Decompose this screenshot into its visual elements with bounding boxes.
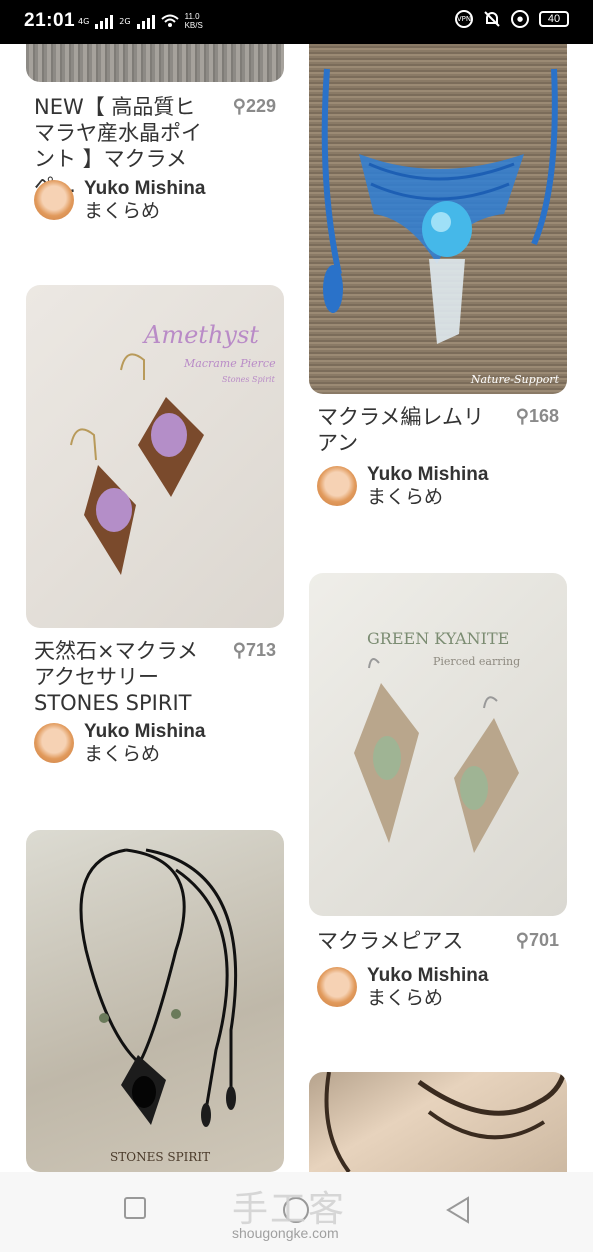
network-2g-label: 2G xyxy=(119,16,131,26)
pin-icon: ⚲ xyxy=(515,406,529,426)
author-board: まくらめ xyxy=(84,743,161,765)
signal-icon xyxy=(136,13,155,29)
pin-title[interactable]: マクラメ編レムリアン xyxy=(317,404,497,456)
pin-image[interactable] xyxy=(309,1072,567,1172)
pin-image[interactable] xyxy=(26,44,284,82)
pin-card[interactable]: Amethyst Macrame Pierce Stones Spirit 天然… xyxy=(26,285,284,785)
pin-save-count: ⚲701 xyxy=(515,930,559,950)
image-overlay-subtitle: Macrame Pierce xyxy=(184,357,276,370)
vpn-icon: VPN xyxy=(455,10,473,28)
pin-image[interactable]: Nature-Support xyxy=(309,44,567,394)
image-overlay-title: Amethyst xyxy=(144,321,259,349)
network-speed: 11.0 KB/S xyxy=(184,12,203,30)
battery-icon: 40 xyxy=(539,11,569,27)
image-overlay-title: GREEN KYANITE xyxy=(367,629,510,648)
avatar[interactable] xyxy=(34,180,74,220)
author-board: まくらめ xyxy=(84,200,161,222)
watermark-url: shougongke.com xyxy=(232,1225,339,1241)
pin-title[interactable]: 天然石×マクラメアクセサリー STONES SPIRIT xyxy=(34,638,214,716)
wifi-icon xyxy=(160,14,179,27)
pin-author[interactable]: Yuko Mishina まくらめ xyxy=(34,721,205,765)
feed-column-left: NEW【 高品質ヒマラヤ産水晶ポイント 】マクラメペ… ⚲229 Yuko Mi… xyxy=(26,44,284,1172)
avatar[interactable] xyxy=(317,466,357,506)
network-indicators: 4G 2G 11.0 KB/S xyxy=(78,12,203,30)
pin-card[interactable]: Nature-Support マクラメ編レムリアン ⚲168 Yuko Mish… xyxy=(309,44,567,544)
pin-author[interactable]: Yuko Mishina まくらめ xyxy=(34,178,205,222)
bell-mute-icon xyxy=(484,11,500,27)
author-name: Yuko Mishina xyxy=(367,464,489,485)
pin-card[interactable]: NEW【 高品質ヒマラヤ産水晶ポイント 】マクラメペ… ⚲229 Yuko Mi… xyxy=(26,44,284,254)
pin-icon: ⚲ xyxy=(515,930,529,950)
image-overlay-title: STONES SPIRIT xyxy=(110,1150,211,1164)
signal-icon xyxy=(95,13,114,29)
pin-icon: ⚲ xyxy=(232,640,246,660)
status-time: 21:01 xyxy=(24,10,76,31)
necklace-illustration xyxy=(324,1072,567,1172)
status-icons: VPN ● 40 xyxy=(455,10,569,28)
recent-apps-icon[interactable] xyxy=(123,1196,147,1220)
necklace-illustration xyxy=(79,848,238,1127)
pin-save-count: ⚲168 xyxy=(515,406,559,426)
pin-author[interactable]: Yuko Mishina まくらめ xyxy=(317,965,488,1009)
pin-image[interactable]: STONES SPIRIT xyxy=(26,830,284,1172)
earrings-illustration xyxy=(354,658,519,853)
back-icon[interactable] xyxy=(446,1196,470,1224)
pin-title[interactable]: マクラメピアス xyxy=(317,928,497,954)
pin-image[interactable]: Amethyst Macrame Pierce Stones Spirit xyxy=(26,285,284,628)
image-overlay-brand: Stones Spirit xyxy=(222,375,275,384)
image-overlay-subtitle: Pierced earring xyxy=(433,655,521,668)
pin-card[interactable] xyxy=(309,1072,567,1172)
network-4g-label: 4G xyxy=(78,16,90,26)
author-board: まくらめ xyxy=(367,486,444,508)
feed-column-right: Nature-Support マクラメ編レムリアン ⚲168 Yuko Mish… xyxy=(309,44,567,1172)
pin-image[interactable]: GREEN KYANITE Pierced earring xyxy=(309,573,567,916)
pin-card[interactable]: STONES SPIRIT xyxy=(26,830,284,1172)
image-caption: Nature-Support xyxy=(470,373,559,386)
pin-save-count: ⚲713 xyxy=(232,640,276,660)
pin-save-count: ⚲229 xyxy=(232,96,276,116)
pin-icon: ⚲ xyxy=(232,96,246,116)
author-board: まくらめ xyxy=(367,987,444,1009)
avatar[interactable] xyxy=(317,967,357,1007)
avatar[interactable] xyxy=(34,723,74,763)
status-bar: 21:01 4G 2G 11.0 KB/S VPN ● 40 xyxy=(0,0,593,44)
pin-card[interactable]: GREEN KYANITE Pierced earring マクラメピアス ⚲7… xyxy=(309,573,567,1023)
author-name: Yuko Mishina xyxy=(84,178,206,199)
lock-icon: ● xyxy=(511,10,529,28)
author-name: Yuko Mishina xyxy=(367,965,489,986)
author-name: Yuko Mishina xyxy=(84,721,206,742)
blue-necklace-illustration xyxy=(321,68,558,344)
pin-author[interactable]: Yuko Mishina まくらめ xyxy=(317,464,488,508)
